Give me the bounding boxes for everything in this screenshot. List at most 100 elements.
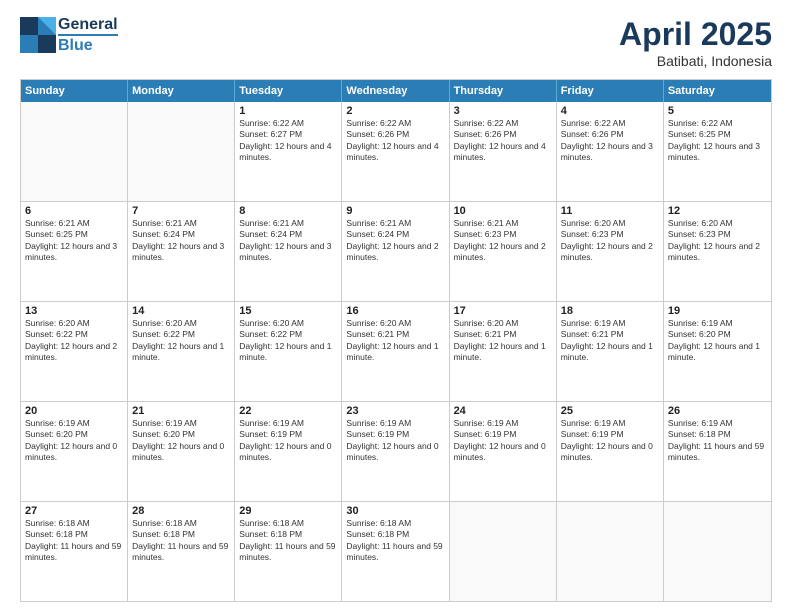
weekday-header-wednesday: Wednesday bbox=[342, 80, 449, 102]
day-number: 2 bbox=[346, 105, 444, 117]
cell-info: Sunrise: 6:20 AM Sunset: 6:22 PM Dayligh… bbox=[132, 318, 230, 364]
weekday-header-tuesday: Tuesday bbox=[235, 80, 342, 102]
day-number: 1 bbox=[239, 105, 337, 117]
day-cell-27: 27Sunrise: 6:18 AM Sunset: 6:18 PM Dayli… bbox=[21, 502, 128, 601]
header: General Blue April 2025 Batibati, Indone… bbox=[20, 16, 772, 69]
calendar-body: 1Sunrise: 6:22 AM Sunset: 6:27 PM Daylig… bbox=[21, 102, 771, 601]
day-number: 25 bbox=[561, 405, 659, 417]
day-cell-21: 21Sunrise: 6:19 AM Sunset: 6:20 PM Dayli… bbox=[128, 402, 235, 501]
day-number: 10 bbox=[454, 205, 552, 217]
empty-cell bbox=[664, 502, 771, 601]
empty-cell bbox=[557, 502, 664, 601]
day-cell-12: 12Sunrise: 6:20 AM Sunset: 6:23 PM Dayli… bbox=[664, 202, 771, 301]
weekday-header-friday: Friday bbox=[557, 80, 664, 102]
day-cell-28: 28Sunrise: 6:18 AM Sunset: 6:18 PM Dayli… bbox=[128, 502, 235, 601]
day-number: 14 bbox=[132, 305, 230, 317]
cell-info: Sunrise: 6:20 AM Sunset: 6:22 PM Dayligh… bbox=[239, 318, 337, 364]
calendar-row-2: 13Sunrise: 6:20 AM Sunset: 6:22 PM Dayli… bbox=[21, 301, 771, 401]
day-number: 24 bbox=[454, 405, 552, 417]
empty-cell bbox=[21, 102, 128, 201]
cell-info: Sunrise: 6:21 AM Sunset: 6:25 PM Dayligh… bbox=[25, 218, 123, 264]
cell-info: Sunrise: 6:18 AM Sunset: 6:18 PM Dayligh… bbox=[346, 518, 444, 564]
cell-info: Sunrise: 6:21 AM Sunset: 6:23 PM Dayligh… bbox=[454, 218, 552, 264]
cell-info: Sunrise: 6:22 AM Sunset: 6:25 PM Dayligh… bbox=[668, 118, 767, 164]
day-number: 11 bbox=[561, 205, 659, 217]
day-cell-8: 8Sunrise: 6:21 AM Sunset: 6:24 PM Daylig… bbox=[235, 202, 342, 301]
day-cell-2: 2Sunrise: 6:22 AM Sunset: 6:26 PM Daylig… bbox=[342, 102, 449, 201]
logo-icon bbox=[20, 17, 56, 53]
day-number: 7 bbox=[132, 205, 230, 217]
day-number: 27 bbox=[25, 505, 123, 517]
cell-info: Sunrise: 6:19 AM Sunset: 6:19 PM Dayligh… bbox=[454, 418, 552, 464]
cell-info: Sunrise: 6:18 AM Sunset: 6:18 PM Dayligh… bbox=[239, 518, 337, 564]
day-number: 6 bbox=[25, 205, 123, 217]
cell-info: Sunrise: 6:20 AM Sunset: 6:23 PM Dayligh… bbox=[668, 218, 767, 264]
cell-info: Sunrise: 6:19 AM Sunset: 6:21 PM Dayligh… bbox=[561, 318, 659, 364]
day-cell-14: 14Sunrise: 6:20 AM Sunset: 6:22 PM Dayli… bbox=[128, 302, 235, 401]
cell-info: Sunrise: 6:19 AM Sunset: 6:20 PM Dayligh… bbox=[25, 418, 123, 464]
day-number: 4 bbox=[561, 105, 659, 117]
calendar-row-4: 27Sunrise: 6:18 AM Sunset: 6:18 PM Dayli… bbox=[21, 501, 771, 601]
weekday-header-thursday: Thursday bbox=[450, 80, 557, 102]
weekday-header-monday: Monday bbox=[128, 80, 235, 102]
cell-info: Sunrise: 6:21 AM Sunset: 6:24 PM Dayligh… bbox=[239, 218, 337, 264]
cell-info: Sunrise: 6:21 AM Sunset: 6:24 PM Dayligh… bbox=[132, 218, 230, 264]
calendar-header: SundayMondayTuesdayWednesdayThursdayFrid… bbox=[21, 80, 771, 102]
day-cell-19: 19Sunrise: 6:19 AM Sunset: 6:20 PM Dayli… bbox=[664, 302, 771, 401]
day-number: 23 bbox=[346, 405, 444, 417]
logo-text-line2: Blue bbox=[58, 34, 118, 55]
day-cell-10: 10Sunrise: 6:21 AM Sunset: 6:23 PM Dayli… bbox=[450, 202, 557, 301]
empty-cell bbox=[128, 102, 235, 201]
day-number: 9 bbox=[346, 205, 444, 217]
title-location: Batibati, Indonesia bbox=[619, 53, 772, 69]
cell-info: Sunrise: 6:20 AM Sunset: 6:22 PM Dayligh… bbox=[25, 318, 123, 364]
day-number: 28 bbox=[132, 505, 230, 517]
cell-info: Sunrise: 6:19 AM Sunset: 6:19 PM Dayligh… bbox=[561, 418, 659, 464]
day-cell-3: 3Sunrise: 6:22 AM Sunset: 6:26 PM Daylig… bbox=[450, 102, 557, 201]
cell-info: Sunrise: 6:18 AM Sunset: 6:18 PM Dayligh… bbox=[132, 518, 230, 564]
day-cell-6: 6Sunrise: 6:21 AM Sunset: 6:25 PM Daylig… bbox=[21, 202, 128, 301]
day-cell-7: 7Sunrise: 6:21 AM Sunset: 6:24 PM Daylig… bbox=[128, 202, 235, 301]
day-number: 17 bbox=[454, 305, 552, 317]
day-cell-13: 13Sunrise: 6:20 AM Sunset: 6:22 PM Dayli… bbox=[21, 302, 128, 401]
calendar-row-3: 20Sunrise: 6:19 AM Sunset: 6:20 PM Dayli… bbox=[21, 401, 771, 501]
day-cell-20: 20Sunrise: 6:19 AM Sunset: 6:20 PM Dayli… bbox=[21, 402, 128, 501]
day-number: 22 bbox=[239, 405, 337, 417]
day-cell-22: 22Sunrise: 6:19 AM Sunset: 6:19 PM Dayli… bbox=[235, 402, 342, 501]
weekday-header-saturday: Saturday bbox=[664, 80, 771, 102]
day-cell-23: 23Sunrise: 6:19 AM Sunset: 6:19 PM Dayli… bbox=[342, 402, 449, 501]
cell-info: Sunrise: 6:21 AM Sunset: 6:24 PM Dayligh… bbox=[346, 218, 444, 264]
title-month: April 2025 bbox=[619, 16, 772, 53]
calendar-row-0: 1Sunrise: 6:22 AM Sunset: 6:27 PM Daylig… bbox=[21, 102, 771, 201]
day-number: 18 bbox=[561, 305, 659, 317]
day-cell-25: 25Sunrise: 6:19 AM Sunset: 6:19 PM Dayli… bbox=[557, 402, 664, 501]
logo: General Blue bbox=[20, 16, 118, 54]
calendar: SundayMondayTuesdayWednesdayThursdayFrid… bbox=[20, 79, 772, 602]
day-number: 12 bbox=[668, 205, 767, 217]
cell-info: Sunrise: 6:19 AM Sunset: 6:19 PM Dayligh… bbox=[346, 418, 444, 464]
cell-info: Sunrise: 6:22 AM Sunset: 6:26 PM Dayligh… bbox=[346, 118, 444, 164]
cell-info: Sunrise: 6:20 AM Sunset: 6:21 PM Dayligh… bbox=[454, 318, 552, 364]
day-number: 29 bbox=[239, 505, 337, 517]
day-cell-30: 30Sunrise: 6:18 AM Sunset: 6:18 PM Dayli… bbox=[342, 502, 449, 601]
day-number: 15 bbox=[239, 305, 337, 317]
day-cell-18: 18Sunrise: 6:19 AM Sunset: 6:21 PM Dayli… bbox=[557, 302, 664, 401]
day-cell-9: 9Sunrise: 6:21 AM Sunset: 6:24 PM Daylig… bbox=[342, 202, 449, 301]
cell-info: Sunrise: 6:18 AM Sunset: 6:18 PM Dayligh… bbox=[25, 518, 123, 564]
day-cell-1: 1Sunrise: 6:22 AM Sunset: 6:27 PM Daylig… bbox=[235, 102, 342, 201]
day-number: 21 bbox=[132, 405, 230, 417]
day-number: 26 bbox=[668, 405, 767, 417]
cell-info: Sunrise: 6:22 AM Sunset: 6:27 PM Dayligh… bbox=[239, 118, 337, 164]
calendar-row-1: 6Sunrise: 6:21 AM Sunset: 6:25 PM Daylig… bbox=[21, 201, 771, 301]
empty-cell bbox=[450, 502, 557, 601]
day-cell-26: 26Sunrise: 6:19 AM Sunset: 6:18 PM Dayli… bbox=[664, 402, 771, 501]
day-number: 8 bbox=[239, 205, 337, 217]
day-cell-15: 15Sunrise: 6:20 AM Sunset: 6:22 PM Dayli… bbox=[235, 302, 342, 401]
day-cell-5: 5Sunrise: 6:22 AM Sunset: 6:25 PM Daylig… bbox=[664, 102, 771, 201]
day-number: 16 bbox=[346, 305, 444, 317]
cell-info: Sunrise: 6:19 AM Sunset: 6:19 PM Dayligh… bbox=[239, 418, 337, 464]
page: General Blue April 2025 Batibati, Indone… bbox=[0, 0, 792, 612]
day-cell-17: 17Sunrise: 6:20 AM Sunset: 6:21 PM Dayli… bbox=[450, 302, 557, 401]
day-cell-11: 11Sunrise: 6:20 AM Sunset: 6:23 PM Dayli… bbox=[557, 202, 664, 301]
day-cell-4: 4Sunrise: 6:22 AM Sunset: 6:26 PM Daylig… bbox=[557, 102, 664, 201]
